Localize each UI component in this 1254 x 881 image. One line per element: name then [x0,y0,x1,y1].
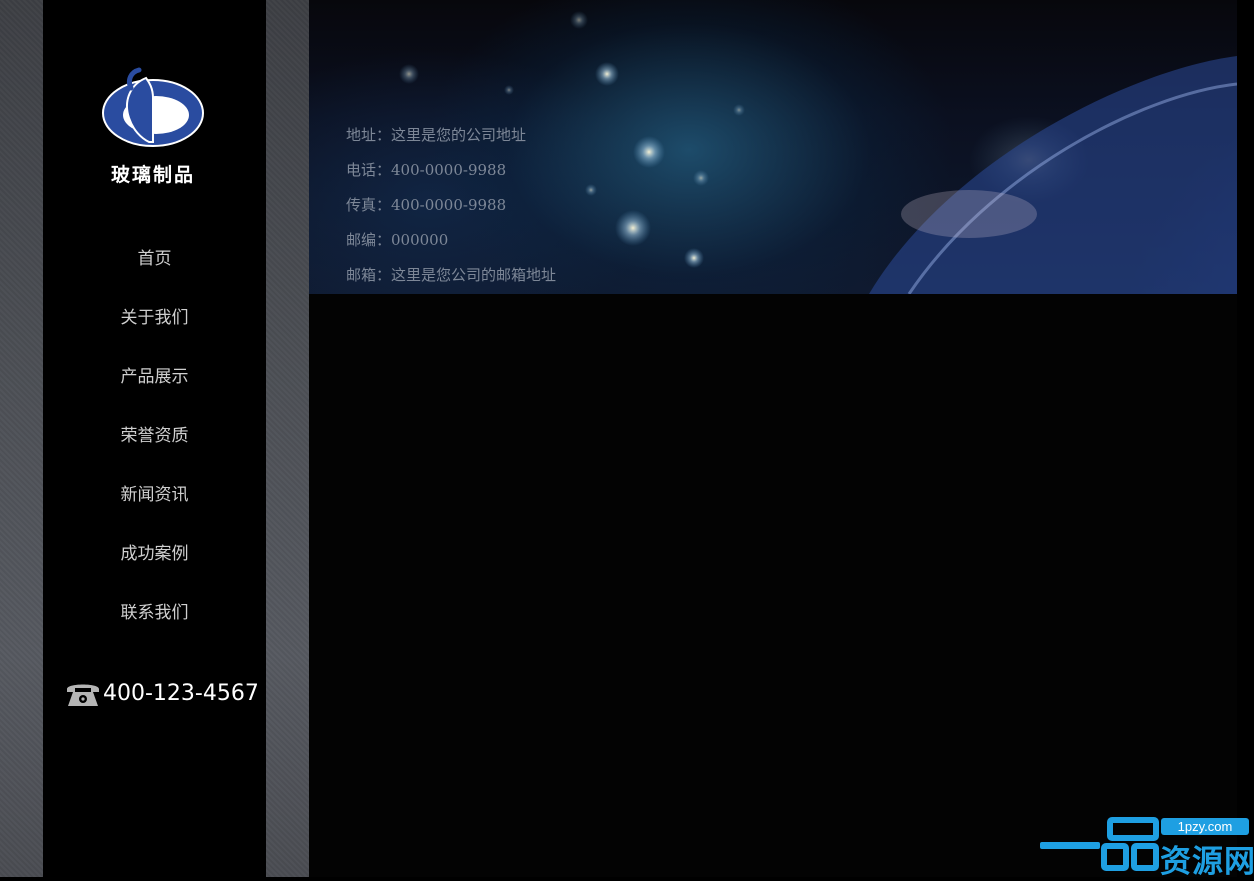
contact-info: 地址：这里是您的公司地址 电话：400-0000-9988 传真：400-000… [346,118,556,293]
contact-postcode: 邮编：000000 [346,231,449,249]
logo-text: 玻璃制品 [110,164,195,186]
logo[interactable]: 玻璃制品 [101,66,205,186]
watermark: 1pzy.com 资源网 [1040,816,1254,880]
sidebar: 玻璃制品 首页 关于我们 产品展示 荣誉资质 新闻资讯 成功案例 联系我们 40… [43,0,266,877]
telephone-icon [67,684,99,706]
contact-fax: 传真：400-0000-9988 [346,196,507,214]
watermark-text: 资源网 [1160,844,1254,880]
main-content [309,294,1237,877]
nav-item-contact[interactable]: 联系我们 [43,584,266,643]
nav-item-honors[interactable]: 荣誉资质 [43,407,266,466]
hero-banner: 地址：这里是您的公司地址 电话：400-0000-9988 传真：400-000… [309,0,1237,294]
contact-address: 地址：这里是您的公司地址 [346,126,527,144]
nav-item-news[interactable]: 新闻资讯 [43,466,266,525]
watermark-logo-icon [1040,817,1159,871]
nav-item-about[interactable]: 关于我们 [43,289,266,348]
nav-item-home[interactable]: 首页 [43,230,266,289]
hotline-number: 400-123-4567 [103,680,259,706]
hotline: 400-123-4567 [63,672,263,714]
contact-phone: 电话：400-0000-9988 [346,161,507,179]
watermark-domain: 1pzy.com [1161,818,1249,835]
contact-email: 邮箱：这里是您公司的邮箱地址 [346,266,557,284]
logo-mark-icon [102,67,204,147]
nav-item-products[interactable]: 产品展示 [43,348,266,407]
nav-item-cases[interactable]: 成功案例 [43,525,266,584]
main-nav: 首页 关于我们 产品展示 荣誉资质 新闻资讯 成功案例 联系我们 [43,230,266,643]
